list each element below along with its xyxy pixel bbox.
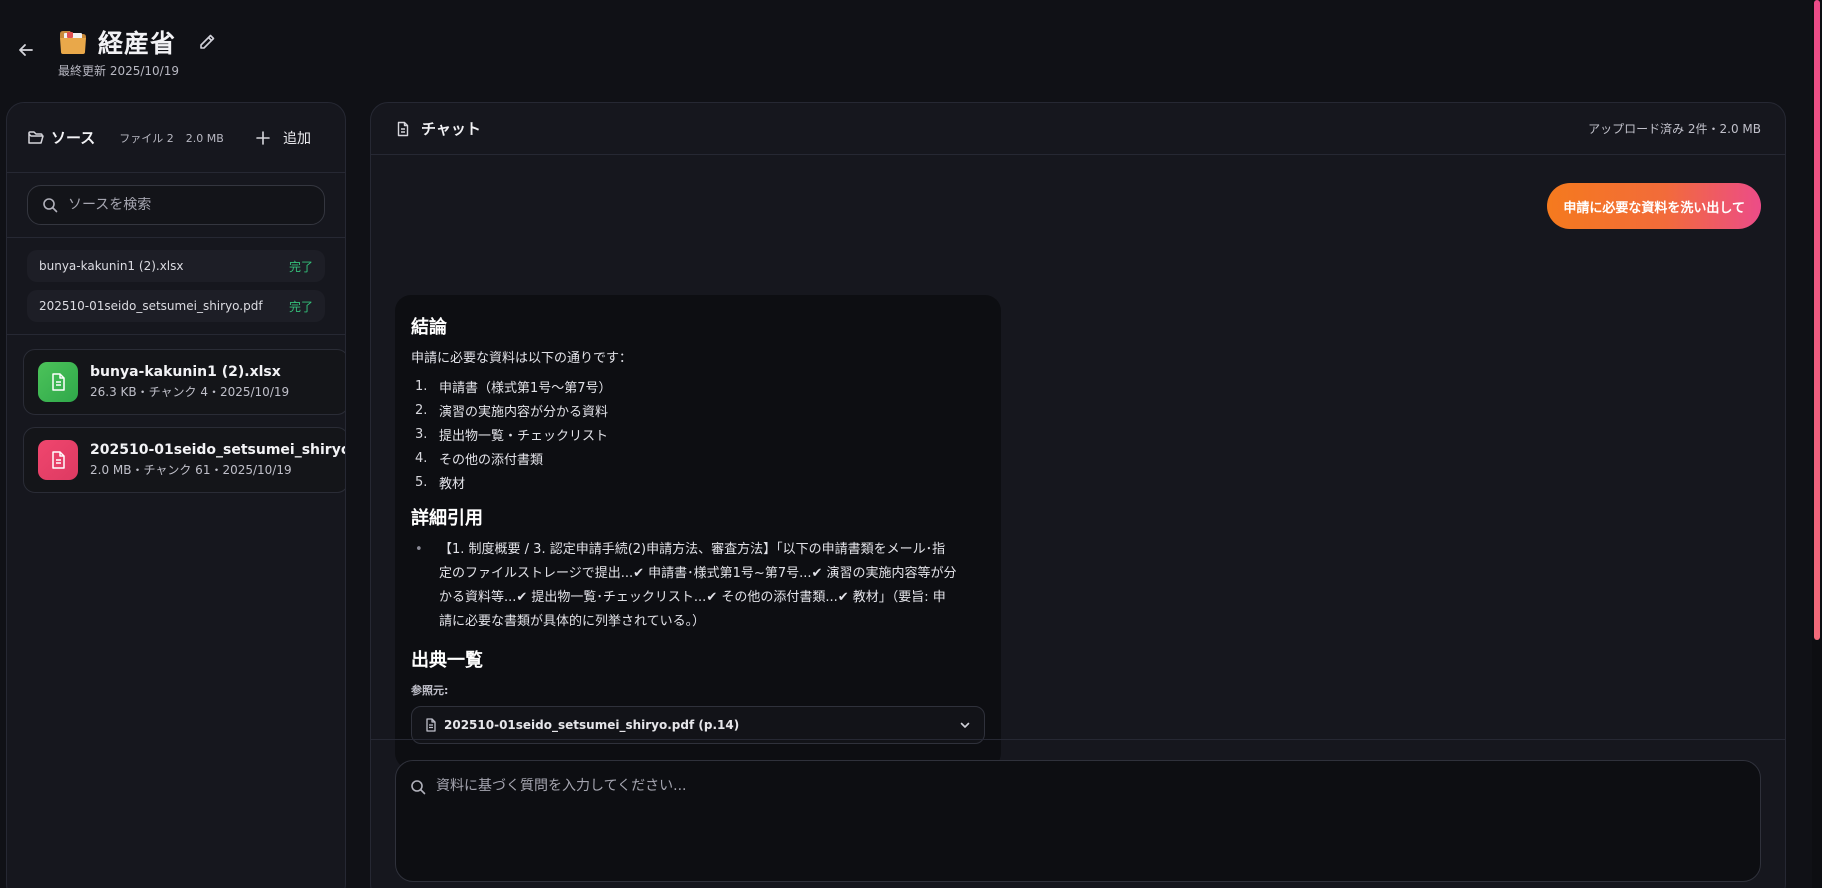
last-updated-text: 最終更新 2025/10/19	[58, 64, 179, 78]
file-count: ファイル 2	[119, 131, 174, 145]
answer-intro: 申請に必要な資料は以下の通りです：	[411, 351, 633, 366]
source-search-area	[7, 173, 345, 238]
search-icon	[410, 779, 426, 795]
sources-header: ソース ファイル 2 2.0 MB 追加	[7, 103, 345, 173]
total-size: 2.0 MB	[185, 131, 224, 145]
add-label: 追加	[283, 130, 311, 147]
chat-header: チャット アップロード済み 2件・2.0 MB	[371, 103, 1785, 155]
file-info: 202510-01seido_setsumei_shiryo.pdf 2.0 M…	[90, 442, 345, 478]
composer-area	[371, 739, 1785, 888]
file-doc-icon	[38, 362, 78, 402]
list-item: 1. 申請書（様式第1号〜第7号）	[415, 378, 612, 396]
file-name: 202510-01seido_setsumei_shiryo.pdf	[90, 442, 345, 458]
search-icon	[42, 197, 58, 213]
list-item: 4. その他の添付書類	[415, 450, 544, 468]
assistant-message: 結論 申請に必要な資料は以下の通りです： 1. 申請書（様式第1号〜第7号） 2.…	[395, 295, 1001, 769]
source-search-input[interactable]	[68, 197, 308, 213]
quote-line: 【1. 制度概要 / 3. 認定申請手続(2)申請方法、審査方法】「以下の申請書…	[439, 542, 946, 557]
user-message: 申請に必要な資料を洗い出して	[1547, 183, 1761, 229]
upload-summary: アップロード済み 2件・2.0 MB	[1588, 122, 1761, 136]
file-doc-icon	[38, 440, 78, 480]
chat-panel: チャット アップロード済み 2件・2.0 MB 申請に必要な資料を洗い出して 結…	[370, 102, 1786, 888]
folder-open-icon	[27, 129, 45, 147]
status-item: bunya-kakunin1 (2).xlsx 完了	[27, 250, 325, 282]
file-meta: 26.3 KB・チャンク 4・2025/10/19	[90, 385, 290, 399]
sources-meta: ファイル 2 2.0 MB	[119, 130, 224, 146]
composer-box[interactable]	[395, 760, 1761, 882]
question-input[interactable]	[436, 775, 1746, 865]
file-list: bunya-kakunin1 (2).xlsx 26.3 KB・チャンク 4・2…	[7, 335, 345, 493]
upload-status-list: bunya-kakunin1 (2).xlsx 完了 202510-01seid…	[7, 238, 345, 335]
file-card-pdf[interactable]: 202510-01seido_setsumei_shiryo.pdf 2.0 M…	[23, 427, 345, 493]
sources-title: ソース	[51, 129, 96, 147]
quote-line: 請に必要な書類が具体的に列挙されている。）	[439, 614, 706, 629]
quote-line: かる資料等...✔ 提出物一覧･チェックリスト...✔ その他の添付書類...✔…	[439, 590, 946, 605]
sources-sidebar: ソース ファイル 2 2.0 MB 追加 bunya-kakunin1 (2).x…	[6, 102, 346, 888]
chat-title: チャット	[421, 120, 481, 138]
detail-heading: 詳細引用	[411, 508, 483, 529]
title-row: 経産省	[58, 24, 218, 60]
list-item: 2. 演習の実施内容が分かる資料	[415, 402, 609, 420]
page-title: 経産省	[98, 29, 177, 58]
status-file-name: 202510-01seido_setsumei_shiryo.pdf	[39, 299, 263, 313]
add-source-button[interactable]: 追加	[255, 128, 311, 148]
source-search-box[interactable]	[27, 185, 325, 225]
chevron-down-icon	[958, 718, 972, 732]
scrollbar-thumb[interactable]	[1814, 0, 1820, 640]
quote-line: 定のファイルストレージで提出...✔ 申請書･様式第1号~第7号...✔ 演習の…	[439, 566, 957, 581]
sources-heading: 出典一覧	[411, 650, 483, 671]
conclusion-heading: 結論	[411, 317, 447, 338]
reference-file: 202510-01seido_setsumei_shiryo.pdf (p.14…	[444, 718, 740, 732]
required-docs-list: 1. 申請書（様式第1号〜第7号） 2. 演習の実施内容が分かる資料 3. 提出物一覧…	[411, 374, 985, 494]
document-icon	[395, 121, 411, 137]
file-meta: 2.0 MB・チャンク 61・2025/10/19	[90, 463, 292, 477]
status-file-name: bunya-kakunin1 (2).xlsx	[39, 259, 184, 273]
file-icon	[424, 718, 438, 732]
back-arrow-icon[interactable]	[16, 40, 36, 60]
status-badge: 完了	[288, 259, 313, 274]
plus-icon	[255, 130, 271, 146]
page-scrollbar[interactable]	[1812, 0, 1822, 888]
file-info: bunya-kakunin1 (2).xlsx 26.3 KB・チャンク 4・2…	[90, 364, 289, 400]
list-item: 5. 教材	[415, 474, 466, 492]
file-name: bunya-kakunin1 (2).xlsx	[90, 364, 281, 380]
edit-pencil-icon[interactable]	[196, 31, 218, 53]
list-item: 3. 提出物一覧・チェックリスト	[415, 426, 609, 444]
quote-list: • 【1. 制度概要 / 3. 認定申請手続(2)申請方法、審査方法】「以下の申…	[411, 538, 985, 634]
reference-label: 参照元:	[411, 684, 449, 697]
status-badge: 完了	[288, 299, 313, 314]
quote-item: • 【1. 制度概要 / 3. 認定申請手続(2)申請方法、審査方法】「以下の申…	[411, 538, 985, 634]
status-item: 202510-01seido_setsumei_shiryo.pdf 完了	[27, 290, 325, 322]
page-header: 経産省 最終更新 2025/10/19	[0, 0, 1810, 100]
file-card-xlsx[interactable]: bunya-kakunin1 (2).xlsx 26.3 KB・チャンク 4・2…	[23, 349, 345, 415]
folder-emoji-icon	[58, 28, 88, 56]
